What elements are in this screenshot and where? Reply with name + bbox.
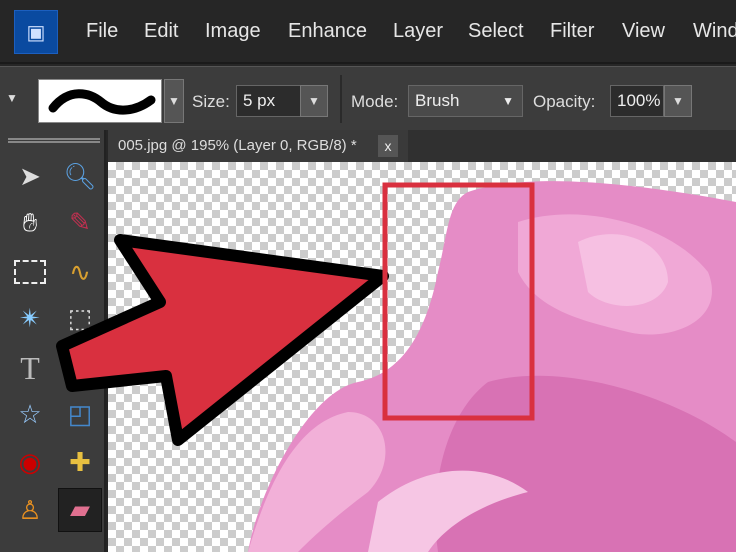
annotation-overlay xyxy=(56,182,535,446)
highlight-rectangle xyxy=(382,182,535,421)
red-arrow-annotation xyxy=(56,234,389,446)
